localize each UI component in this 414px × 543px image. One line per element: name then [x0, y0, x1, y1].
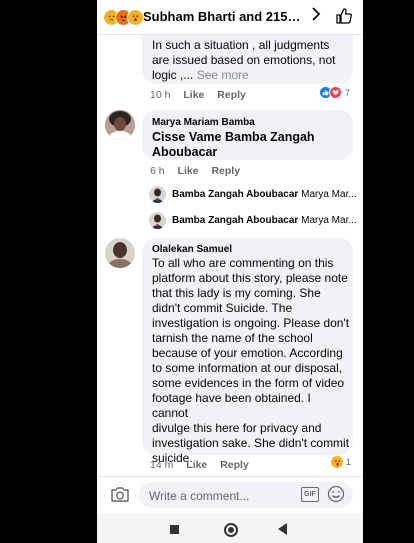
- like-button[interactable]: Like: [178, 165, 199, 177]
- comment-reactions[interactable]: 7: [319, 86, 350, 99]
- gif-button[interactable]: GIF: [301, 487, 319, 502]
- comment-line: platform about this story, please note: [152, 271, 348, 285]
- system-nav-bar: [97, 513, 363, 543]
- comment-composer: Write a comment... GIF: [97, 476, 363, 514]
- reply-button[interactable]: Reply: [211, 165, 240, 177]
- chevron-right-icon[interactable]: [311, 6, 321, 27]
- comment-line: are issued based on emotions, not: [152, 53, 336, 67]
- emoji-icon[interactable]: [327, 485, 345, 508]
- mention-link[interactable]: Aboubacar: [152, 145, 315, 160]
- comment-time: 10 h: [150, 89, 171, 101]
- comment-line: investigation is ongoing. Please don't: [152, 316, 350, 330]
- comment-line: to some information at our disposal,: [152, 361, 343, 375]
- comment-line: some evidences in the form of video: [152, 376, 345, 390]
- comment-author[interactable]: Olalekan Samuel: [152, 244, 232, 255]
- comment-line: logic ,...: [152, 68, 194, 82]
- see-more-link[interactable]: See more: [197, 68, 249, 82]
- wow-reaction-icon: [330, 455, 344, 469]
- mention-link[interactable]: Cisse Vame Bamba Zangah: [152, 130, 315, 145]
- comment-line: In such a situation , all judgments: [152, 38, 330, 52]
- thumbs-up-icon[interactable]: [335, 7, 353, 30]
- recents-button[interactable]: [170, 525, 179, 534]
- comment-input[interactable]: Write a comment... GIF: [139, 482, 353, 508]
- post-reactors-title[interactable]: Subham Bharti and 215 othe...: [143, 9, 303, 24]
- reply-author[interactable]: Bamba Zangah Aboubacar: [172, 215, 298, 226]
- comment-line: tarnish the name of the school: [152, 331, 313, 345]
- comment-line: because of your emotion. According: [152, 346, 343, 360]
- comment-actions: 10 h Like Reply: [150, 89, 256, 101]
- reply-button[interactable]: Reply: [217, 89, 246, 101]
- comment-line: didn't commit Suicide. The: [152, 301, 293, 315]
- phone-screen: Subham Bharti and 215 othe... In such a …: [97, 0, 363, 543]
- comment-author[interactable]: Marya Mariam Bamba: [152, 117, 255, 128]
- reaction-summary[interactable]: [103, 9, 144, 26]
- comment-line: investigation sake. She didn't commit: [152, 436, 350, 450]
- reply-button[interactable]: Reply: [220, 459, 249, 471]
- home-button[interactable]: [224, 523, 238, 537]
- back-button[interactable]: [278, 523, 287, 535]
- comment-text: To all who are commenting on this platfo…: [152, 256, 350, 466]
- comment-input-placeholder: Write a comment...: [149, 489, 250, 503]
- comment-line: To all who are commenting on this: [152, 256, 334, 270]
- love-reaction-icon: [329, 86, 342, 99]
- avatar[interactable]: [149, 186, 166, 203]
- comment-time: 14 m: [150, 459, 174, 471]
- comment-text: In such a situation , all judgments are …: [152, 38, 335, 83]
- avatar[interactable]: [105, 238, 135, 268]
- comment-actions: 14 m Like Reply: [150, 459, 259, 471]
- reply-text-preview: Marya Mar...: [301, 215, 357, 226]
- reaction-count: 1: [346, 457, 352, 467]
- avatar[interactable]: [149, 212, 166, 229]
- reply-preview[interactable]: Bamba Zangah Aboubacar Marya Mar...: [172, 189, 357, 200]
- reaction-count: 7: [345, 87, 351, 98]
- comment-line: that this lady is my coming. She: [152, 286, 321, 300]
- wow-emoji-icon: [127, 9, 144, 26]
- comment-line: divulge this here for privacy and: [152, 421, 322, 435]
- comment-actions: 6 h Like Reply: [150, 165, 250, 177]
- reply-text-preview: Marya Mar...: [301, 189, 357, 200]
- comment-text: Cisse Vame Bamba Zangah Aboubacar: [152, 130, 315, 160]
- like-button[interactable]: Like: [186, 459, 207, 471]
- comment-time: 6 h: [150, 165, 165, 177]
- camera-icon[interactable]: [110, 486, 130, 508]
- comment-reactions[interactable]: 1: [330, 455, 351, 469]
- comment-line: footage have been obtained. I cannot: [152, 391, 311, 420]
- like-button[interactable]: Like: [183, 89, 204, 101]
- reply-author[interactable]: Bamba Zangah Aboubacar: [172, 189, 298, 200]
- post-header[interactable]: Subham Bharti and 215 othe...: [97, 0, 363, 35]
- reply-preview[interactable]: Bamba Zangah Aboubacar Marya Mar...: [172, 215, 357, 226]
- avatar[interactable]: [105, 110, 135, 140]
